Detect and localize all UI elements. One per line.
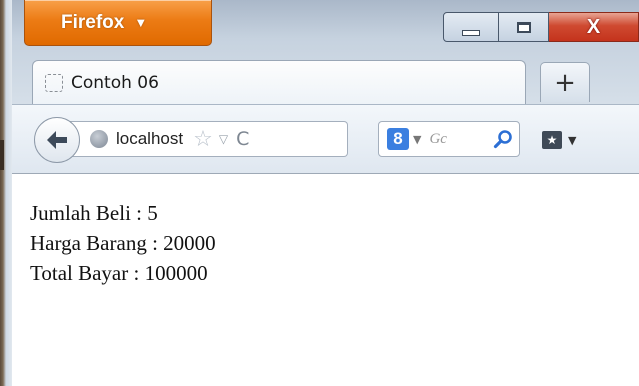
plus-icon: + <box>554 67 576 98</box>
window-left-edge <box>0 0 12 386</box>
bookmark-star-icon[interactable]: ☆ <box>193 127 213 152</box>
address-bar[interactable]: localhost ☆ ▽ C <box>68 121 348 157</box>
tab-contoh-06[interactable]: Contoh 06 <box>32 60 526 104</box>
page-content: Jumlah Beli : 5 Harga Barang : 20000 Tot… <box>12 174 639 386</box>
bookmarks-button[interactable]: ★ ▼ <box>542 127 594 153</box>
search-bar[interactable]: 8 ▼ Gc <box>378 121 520 157</box>
close-button[interactable]: X <box>549 12 639 42</box>
total-bayar-text: Total Bayar : 100000 <box>30 261 208 285</box>
search-engine-icon[interactable]: 8 <box>387 128 409 150</box>
history-dropdown-icon[interactable]: ▽ <box>219 132 228 146</box>
back-arrow-icon <box>47 131 67 149</box>
close-icon: X <box>586 15 601 38</box>
search-engine-dropdown-icon[interactable]: ▼ <box>413 133 421 146</box>
search-placeholder: Gc <box>429 130 447 147</box>
maximize-button[interactable] <box>499 12 549 42</box>
window-controls: X <box>443 12 639 42</box>
edge-shadow <box>0 140 4 170</box>
new-tab-button[interactable]: + <box>540 62 590 102</box>
firefox-menu-label: Firefox <box>61 11 125 33</box>
url-text: localhost <box>116 129 184 148</box>
minimize-button[interactable] <box>443 12 499 42</box>
default-favicon-icon <box>45 73 63 92</box>
minimize-icon <box>462 30 480 36</box>
bookmarks-icon: ★ <box>542 131 562 149</box>
tab-label: Contoh 06 <box>71 72 159 93</box>
chevron-down-icon: ▼ <box>568 133 577 147</box>
chevron-down-icon: ▼ <box>134 15 148 30</box>
reload-icon[interactable]: C <box>236 128 249 150</box>
back-button[interactable] <box>34 117 80 163</box>
firefox-menu-button[interactable]: Firefox ▼ <box>24 0 212 46</box>
harga-barang-text: Harga Barang : 20000 <box>30 231 216 255</box>
jumlah-beli-text: Jumlah Beli : 5 <box>30 201 158 225</box>
search-icon[interactable] <box>493 129 513 149</box>
navigation-toolbar: localhost ☆ ▽ C 8 ▼ Gc ★ ▼ <box>12 104 639 174</box>
globe-icon <box>90 130 108 148</box>
maximize-icon <box>516 21 531 33</box>
